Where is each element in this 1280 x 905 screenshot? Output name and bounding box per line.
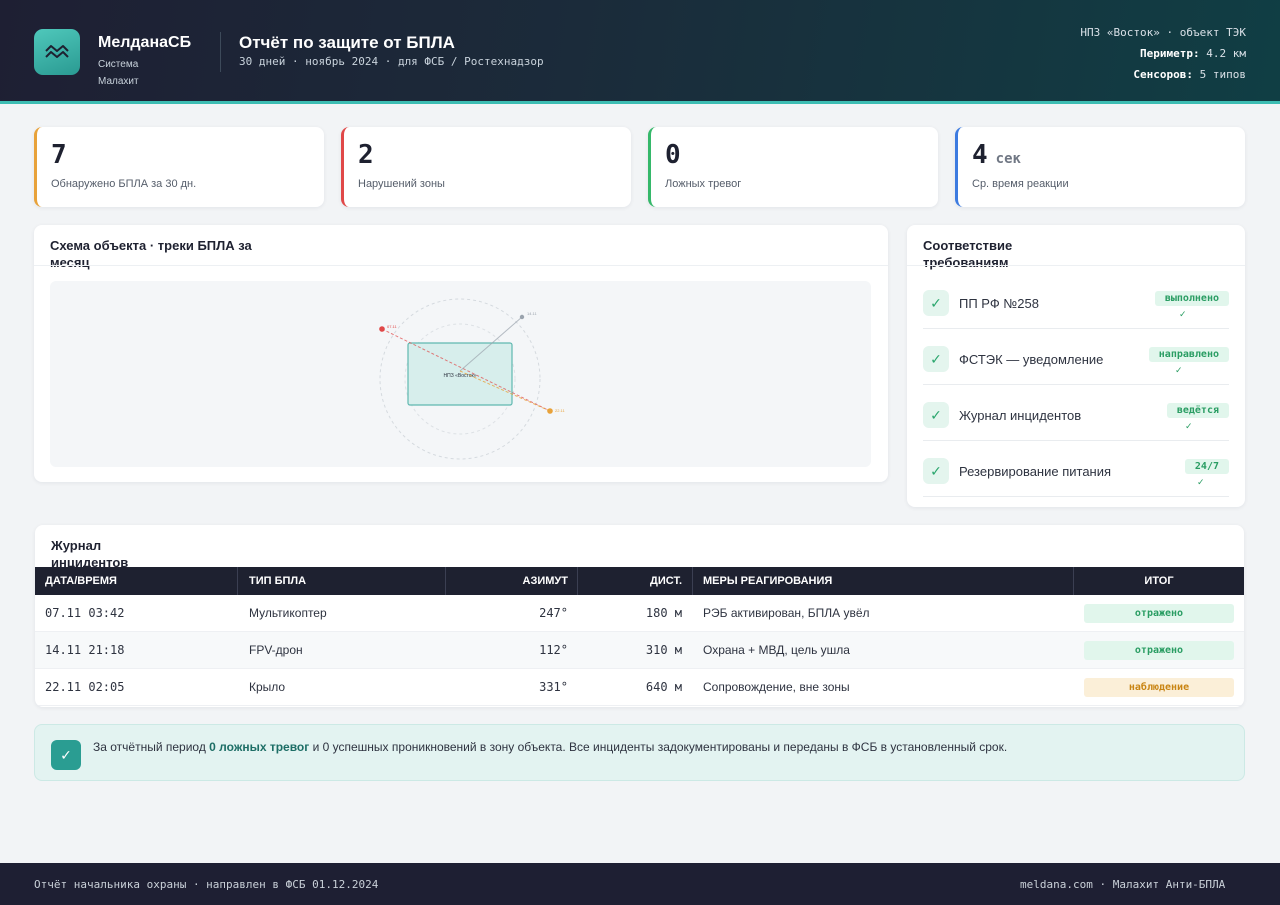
cell-distance: 640 м bbox=[645, 680, 682, 694]
brand-logo bbox=[34, 29, 80, 75]
compliance-item: ✓ Резервирование питания 24/7 ✓ bbox=[923, 457, 1229, 497]
compliance-label: Резервирование питания bbox=[959, 464, 1112, 479]
cell-distance: 310 м bbox=[645, 643, 682, 657]
divider bbox=[907, 265, 1245, 266]
check-icon: ✓ bbox=[923, 346, 949, 372]
track-point-3 bbox=[547, 408, 553, 414]
compliance-item: ✓ Журнал инцидентов ведётся ✓ bbox=[923, 401, 1229, 441]
perimeter-info: Периметр: 4.2 км bbox=[1140, 47, 1246, 60]
status-badge: 24/7 bbox=[1184, 459, 1229, 474]
col-actions: МЕРЫ РЕАГИРОВАНИЯ bbox=[703, 575, 833, 587]
col-azimuth: АЗИМУТ bbox=[522, 575, 568, 587]
cell-azimuth: 331° bbox=[539, 680, 568, 694]
track-point-2 bbox=[519, 314, 525, 320]
compliance-card: Соответствие требованиям ✓ ПП РФ №258 вы… bbox=[907, 225, 1245, 507]
report-period: 30 дней · ноябрь 2024 · для ФСБ / Ростех… bbox=[239, 55, 544, 68]
summary-note: ✓ За отчётный период 0 ложных тревог и 0… bbox=[34, 724, 1245, 781]
cell-distance: 180 м bbox=[645, 606, 682, 620]
track-label-1: 07.11 bbox=[387, 324, 397, 329]
col-result: ИТОГ bbox=[1144, 575, 1174, 587]
track-point-1 bbox=[379, 326, 385, 332]
cell-actions: Охрана + МВД, цель ушла bbox=[703, 643, 850, 657]
site-name: НПЗ «Восток» · объект ТЭК bbox=[1080, 26, 1246, 39]
footer-note: Отчёт начальника охраны · направлен в ФС… bbox=[34, 878, 379, 891]
footer-brand: meldana.com · Малахит Анти-БПЛА bbox=[1020, 878, 1226, 891]
cell-actions: Сопровождение, вне зоны bbox=[703, 680, 850, 694]
incidents-card: Журнал инцидентов ДАТА/ВРЕМЯ ТИП БПЛА АЗ… bbox=[35, 525, 1244, 707]
result-badge: отражено bbox=[1084, 641, 1234, 660]
check-icon: ✓ bbox=[1175, 365, 1183, 375]
kpi-label: Ср. время реакции bbox=[972, 178, 1069, 190]
col-type: ТИП БПЛА bbox=[249, 575, 307, 587]
brand-subtitle: Система Малахит bbox=[98, 59, 139, 87]
track-label-3: 22.11 bbox=[555, 408, 565, 413]
compliance-item: ✓ ФСТЭК — уведомление направлено ✓ bbox=[923, 345, 1229, 385]
table-header: ДАТА/ВРЕМЯ ТИП БПЛА АЗИМУТ ДИСТ. МЕРЫ РЕ… bbox=[35, 567, 1244, 595]
check-icon: ✓ bbox=[1179, 309, 1187, 319]
col-distance: ДИСТ. bbox=[650, 575, 682, 587]
report-title: Отчёт по защите от БПЛА bbox=[239, 33, 455, 52]
cell-datetime: 14.11 21:18 bbox=[45, 643, 125, 657]
kpi-label: Нарушений зоны bbox=[358, 178, 445, 190]
report-footer: Отчёт начальника охраны · направлен в ФС… bbox=[0, 863, 1280, 905]
kpi-detected: 7 Обнаружено БПЛА за 30 дн. bbox=[34, 127, 324, 207]
sensors-info: Сенсоров: 5 типов bbox=[1133, 68, 1246, 81]
check-icon: ✓ bbox=[51, 740, 81, 770]
cell-azimuth: 247° bbox=[539, 606, 568, 620]
check-icon: ✓ bbox=[923, 402, 949, 428]
table-row[interactable]: 14.11 21:18 FPV-дрон 112° 310 м Охрана +… bbox=[35, 632, 1244, 669]
compliance-label: Журнал инцидентов bbox=[959, 408, 1082, 423]
cell-type: Мультикоптер bbox=[249, 606, 327, 620]
result-badge: отражено bbox=[1084, 604, 1234, 623]
divider bbox=[34, 265, 888, 266]
table-row[interactable]: 07.11 03:42 Мультикоптер 247° 180 м РЭБ … bbox=[35, 595, 1244, 632]
cell-type: Крыло bbox=[249, 680, 286, 694]
status-badge: выполнено bbox=[1154, 291, 1229, 306]
summary-text: За отчётный период 0 ложных тревог и 0 у… bbox=[93, 740, 1008, 754]
kpi-false-alarms: 0 Ложных тревог bbox=[648, 127, 938, 207]
kpi-violations: 2 Нарушений зоны bbox=[341, 127, 631, 207]
facility-map: НПЗ «Восток» 07.11 14.11 22.11 bbox=[50, 281, 871, 467]
site-info: НПЗ «Восток» · объект ТЭК Периметр: 4.2 … bbox=[1056, 22, 1246, 85]
compliance-label: ФСТЭК — уведомление bbox=[959, 352, 1104, 367]
divider bbox=[237, 567, 238, 595]
col-datetime: ДАТА/ВРЕМЯ bbox=[45, 575, 117, 587]
check-icon: ✓ bbox=[923, 458, 949, 484]
cell-actions: РЭБ активирован, БПЛА увёл bbox=[703, 606, 870, 620]
check-icon: ✓ bbox=[923, 290, 949, 316]
result-badge: наблюдение bbox=[1084, 678, 1234, 697]
cell-datetime: 07.11 03:42 bbox=[45, 606, 125, 620]
compliance-item: ✓ ПП РФ №258 выполнено ✓ bbox=[923, 289, 1229, 329]
status-badge: направлено bbox=[1148, 347, 1229, 362]
table-row[interactable]: 22.11 02:05 Крыло 331° 640 м Сопровожден… bbox=[35, 669, 1244, 706]
wave-logo-icon bbox=[45, 45, 69, 58]
report-header: МелданаСБ Система Малахит Отчёт по защит… bbox=[0, 0, 1280, 104]
status-badge: ведётся bbox=[1166, 403, 1229, 418]
kpi-label: Ложных тревог bbox=[665, 178, 742, 190]
cell-datetime: 22.11 02:05 bbox=[45, 680, 125, 694]
check-icon: ✓ bbox=[1185, 421, 1193, 431]
kpi-reaction-time: 4 сек Ср. время реакции bbox=[955, 127, 1245, 207]
compliance-label: ПП РФ №258 bbox=[959, 296, 1039, 311]
check-icon: ✓ bbox=[1197, 477, 1205, 487]
facility-map-card: Схема объекта · треки БПЛА за месяц НПЗ … bbox=[34, 225, 888, 482]
track-label-2: 14.11 bbox=[527, 311, 537, 316]
cell-type: FPV-дрон bbox=[249, 643, 303, 657]
incidents-title: Журнал инцидентов bbox=[51, 538, 129, 570]
cell-azimuth: 112° bbox=[539, 643, 568, 657]
kpi-label: Обнаружено БПЛА за 30 дн. bbox=[51, 178, 197, 190]
brand-name: МелданаСБ bbox=[98, 34, 192, 51]
map-svg: НПЗ «Восток» 07.11 14.11 22.11 bbox=[379, 298, 565, 460]
header-divider bbox=[220, 32, 221, 72]
